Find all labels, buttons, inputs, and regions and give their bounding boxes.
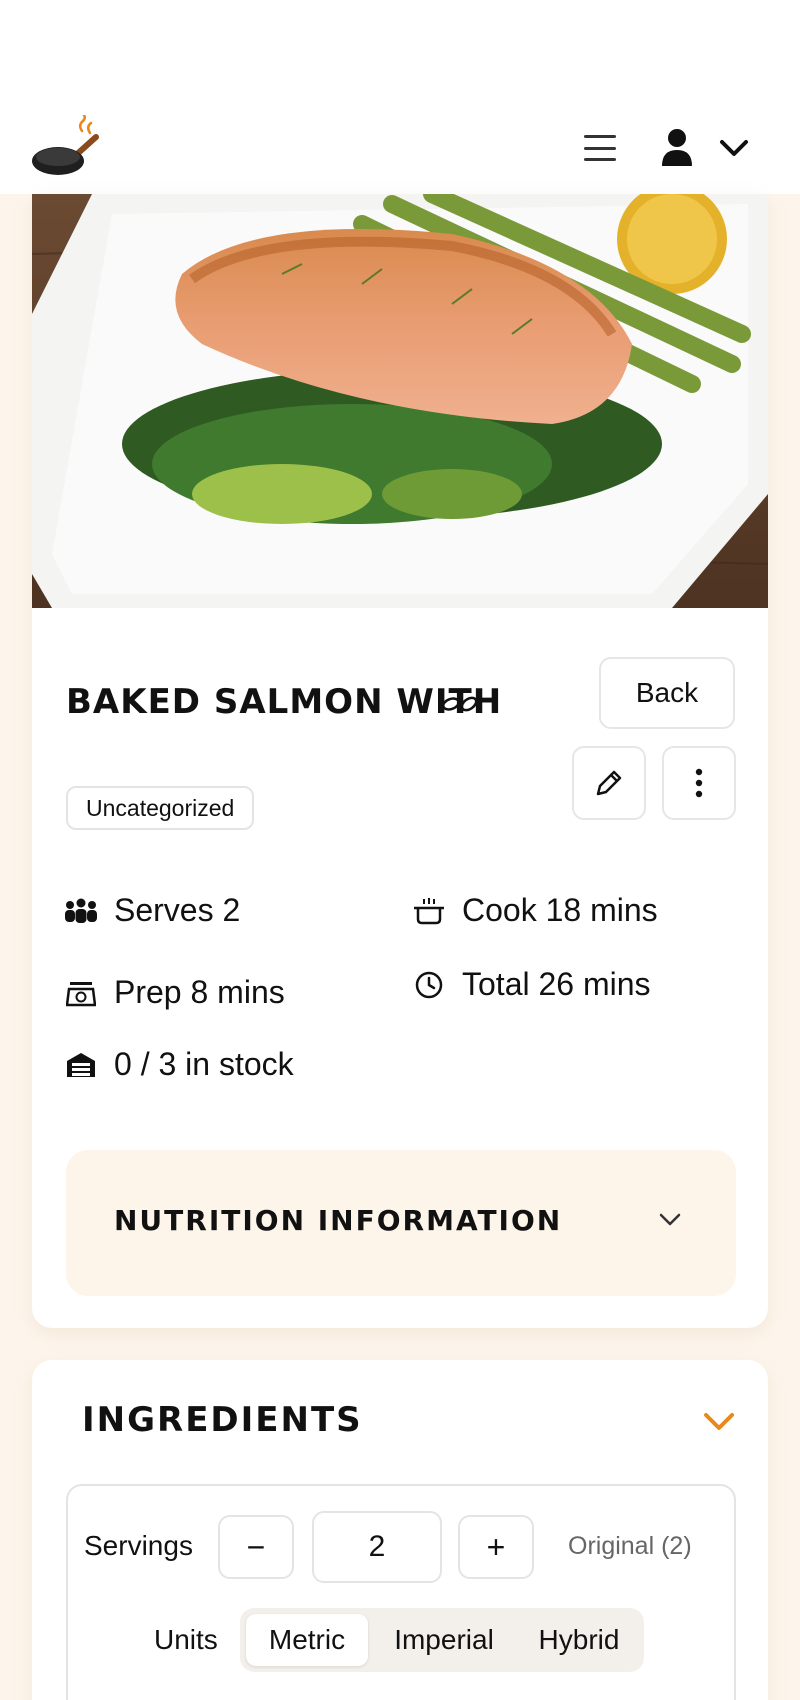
servings-input[interactable] bbox=[312, 1511, 442, 1583]
back-button[interactable]: Back bbox=[599, 657, 735, 729]
total-stat: Total 26 mins bbox=[412, 966, 651, 1003]
pot-icon bbox=[412, 894, 446, 928]
units-option-imperial[interactable]: Imperial bbox=[376, 1614, 512, 1666]
units-label: Units bbox=[154, 1624, 218, 1655]
pencil-icon bbox=[596, 770, 622, 796]
chevron-down-icon bbox=[659, 1213, 681, 1226]
more-options-button[interactable] bbox=[662, 746, 736, 820]
ingredients-title: INGREDIENTS bbox=[82, 1400, 363, 1440]
leaves-icon bbox=[442, 696, 478, 712]
top-spacer bbox=[0, 0, 800, 110]
pantry-icon bbox=[64, 1048, 98, 1082]
clock-icon bbox=[412, 968, 446, 1002]
frying-pan-icon[interactable] bbox=[30, 115, 102, 183]
category-badge[interactable]: Uncategorized bbox=[66, 786, 255, 830]
prep-text: Prep 8 mins bbox=[114, 974, 285, 1010]
chevron-down-icon[interactable] bbox=[702, 1410, 736, 1434]
recipe-title: BAKED SALMON WITH bbox=[66, 682, 503, 722]
more-vertical-icon bbox=[695, 768, 703, 798]
servings-label: Servings bbox=[84, 1530, 193, 1561]
units-toggle: Metric Imperial Hybrid bbox=[240, 1608, 644, 1672]
cook-stat: Cook 18 mins bbox=[412, 892, 658, 929]
edit-button[interactable] bbox=[572, 746, 646, 820]
serves-text: Serves 2 bbox=[114, 892, 241, 928]
decrease-servings-button[interactable]: − bbox=[218, 1515, 294, 1579]
increase-servings-button[interactable]: + bbox=[458, 1515, 534, 1579]
stock-text: 0 / 3 in stock bbox=[114, 1046, 294, 1082]
recipe-hero-image bbox=[32, 194, 768, 608]
people-icon bbox=[64, 894, 98, 928]
original-servings-label: Original (2) bbox=[568, 1532, 692, 1560]
units-option-metric[interactable]: Metric bbox=[246, 1614, 368, 1666]
serves-stat: Serves 2 bbox=[64, 892, 240, 929]
stock-stat: 0 / 3 in stock bbox=[64, 1046, 294, 1083]
nutrition-accordion[interactable]: NUTRITION INFORMATION bbox=[66, 1150, 736, 1296]
units-option-hybrid[interactable]: Hybrid bbox=[520, 1614, 638, 1666]
kitchen-scale-icon bbox=[64, 976, 98, 1010]
cook-text: Cook 18 mins bbox=[462, 892, 658, 928]
user-icon[interactable] bbox=[660, 128, 694, 166]
hamburger-menu-icon[interactable] bbox=[582, 132, 618, 164]
prep-stat: Prep 8 mins bbox=[64, 974, 285, 1011]
nutrition-label: NUTRITION INFORMATION bbox=[114, 1204, 563, 1237]
chevron-down-icon[interactable] bbox=[718, 138, 750, 158]
total-text: Total 26 mins bbox=[462, 966, 651, 1002]
